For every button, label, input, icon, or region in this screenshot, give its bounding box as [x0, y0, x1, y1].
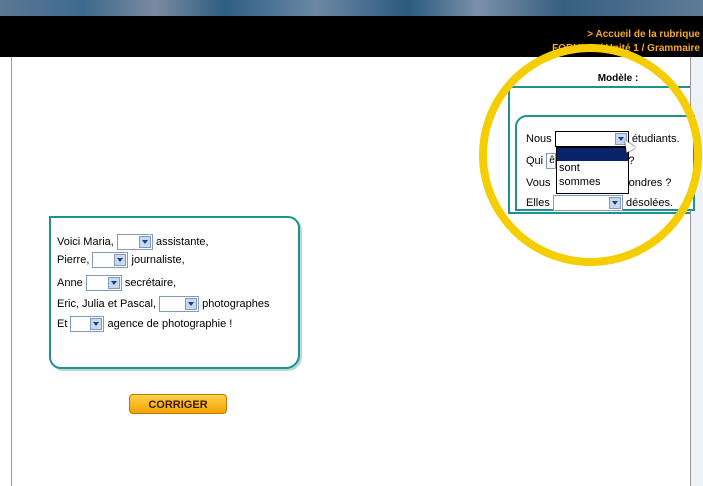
exercise-line-text: Et — [57, 318, 68, 330]
answer-select[interactable] — [85, 275, 122, 292]
exercise-line-text: agence de photographie ! — [107, 318, 233, 330]
model-line-text: étudiants. — [631, 133, 680, 145]
dropdown-option-highlighted[interactable] — [557, 148, 628, 161]
chevron-down-icon — [185, 298, 198, 311]
exercise-line: Anne secrétaire, — [57, 274, 176, 292]
model-line-text: Vous — [526, 177, 551, 189]
frame-border-left — [11, 57, 12, 486]
exercise-line-text: Voici Maria, — [57, 236, 114, 248]
breadcrumb[interactable]: FORUM 1 / Unité 1 / Grammaire — [552, 43, 700, 54]
answer-select[interactable] — [159, 296, 200, 313]
exercise-line-text: Anne — [57, 277, 83, 289]
exercise-line-text: Eric, Julia et Pascal, — [57, 298, 157, 310]
model-line-text: ondres ? — [628, 177, 672, 189]
chevron-down-icon — [107, 277, 120, 290]
dropdown-option[interactable]: sommes — [557, 175, 628, 189]
exercise-line-text: journaliste, — [131, 254, 185, 266]
model-line-text: Elles — [526, 197, 550, 209]
dropdown-option[interactable]: sont — [557, 161, 628, 175]
exercise-line-text: secrétaire, — [124, 277, 177, 289]
model-line-text: Nous — [526, 133, 552, 145]
chevron-down-icon — [138, 236, 151, 249]
answer-select[interactable] — [116, 234, 153, 251]
model-select[interactable] — [552, 195, 623, 212]
answer-select[interactable] — [92, 252, 129, 269]
exercise-line: Voici Maria, assistante, — [57, 233, 209, 251]
model-line: Nous étudiants. — [526, 130, 680, 148]
chevron-down-icon — [608, 197, 621, 210]
home-link[interactable]: > Accueil de la rubrique — [587, 29, 700, 40]
model-title: Modèle : — [597, 73, 639, 84]
model-select[interactable]: ê — [546, 153, 557, 170]
model-select-value: ê — [549, 155, 555, 167]
model-line: Elles désolées. — [526, 194, 673, 212]
exercise-line-text: photographes — [202, 298, 270, 310]
model-line-text: désolées. — [625, 197, 674, 209]
chevron-down-icon — [114, 254, 127, 267]
chevron-down-icon — [90, 318, 103, 331]
exercise-line: Et agence de photographie ! — [57, 315, 232, 333]
model-select-open[interactable] — [554, 131, 629, 148]
model-line-text: Qui — [526, 155, 544, 167]
top-banner-stripe — [0, 0, 703, 16]
exercise-line: Eric, Julia et Pascal, photographes — [57, 295, 269, 313]
answer-select[interactable] — [70, 316, 105, 333]
exercise-line-text: Pierre, — [57, 254, 90, 266]
exercise-line-text: assistante, — [155, 236, 209, 248]
exercise-line: Pierre, journaliste, — [57, 251, 185, 269]
corriger-button[interactable]: CORRIGER — [129, 394, 227, 414]
dropdown-list[interactable]: sont sommes — [556, 147, 629, 194]
